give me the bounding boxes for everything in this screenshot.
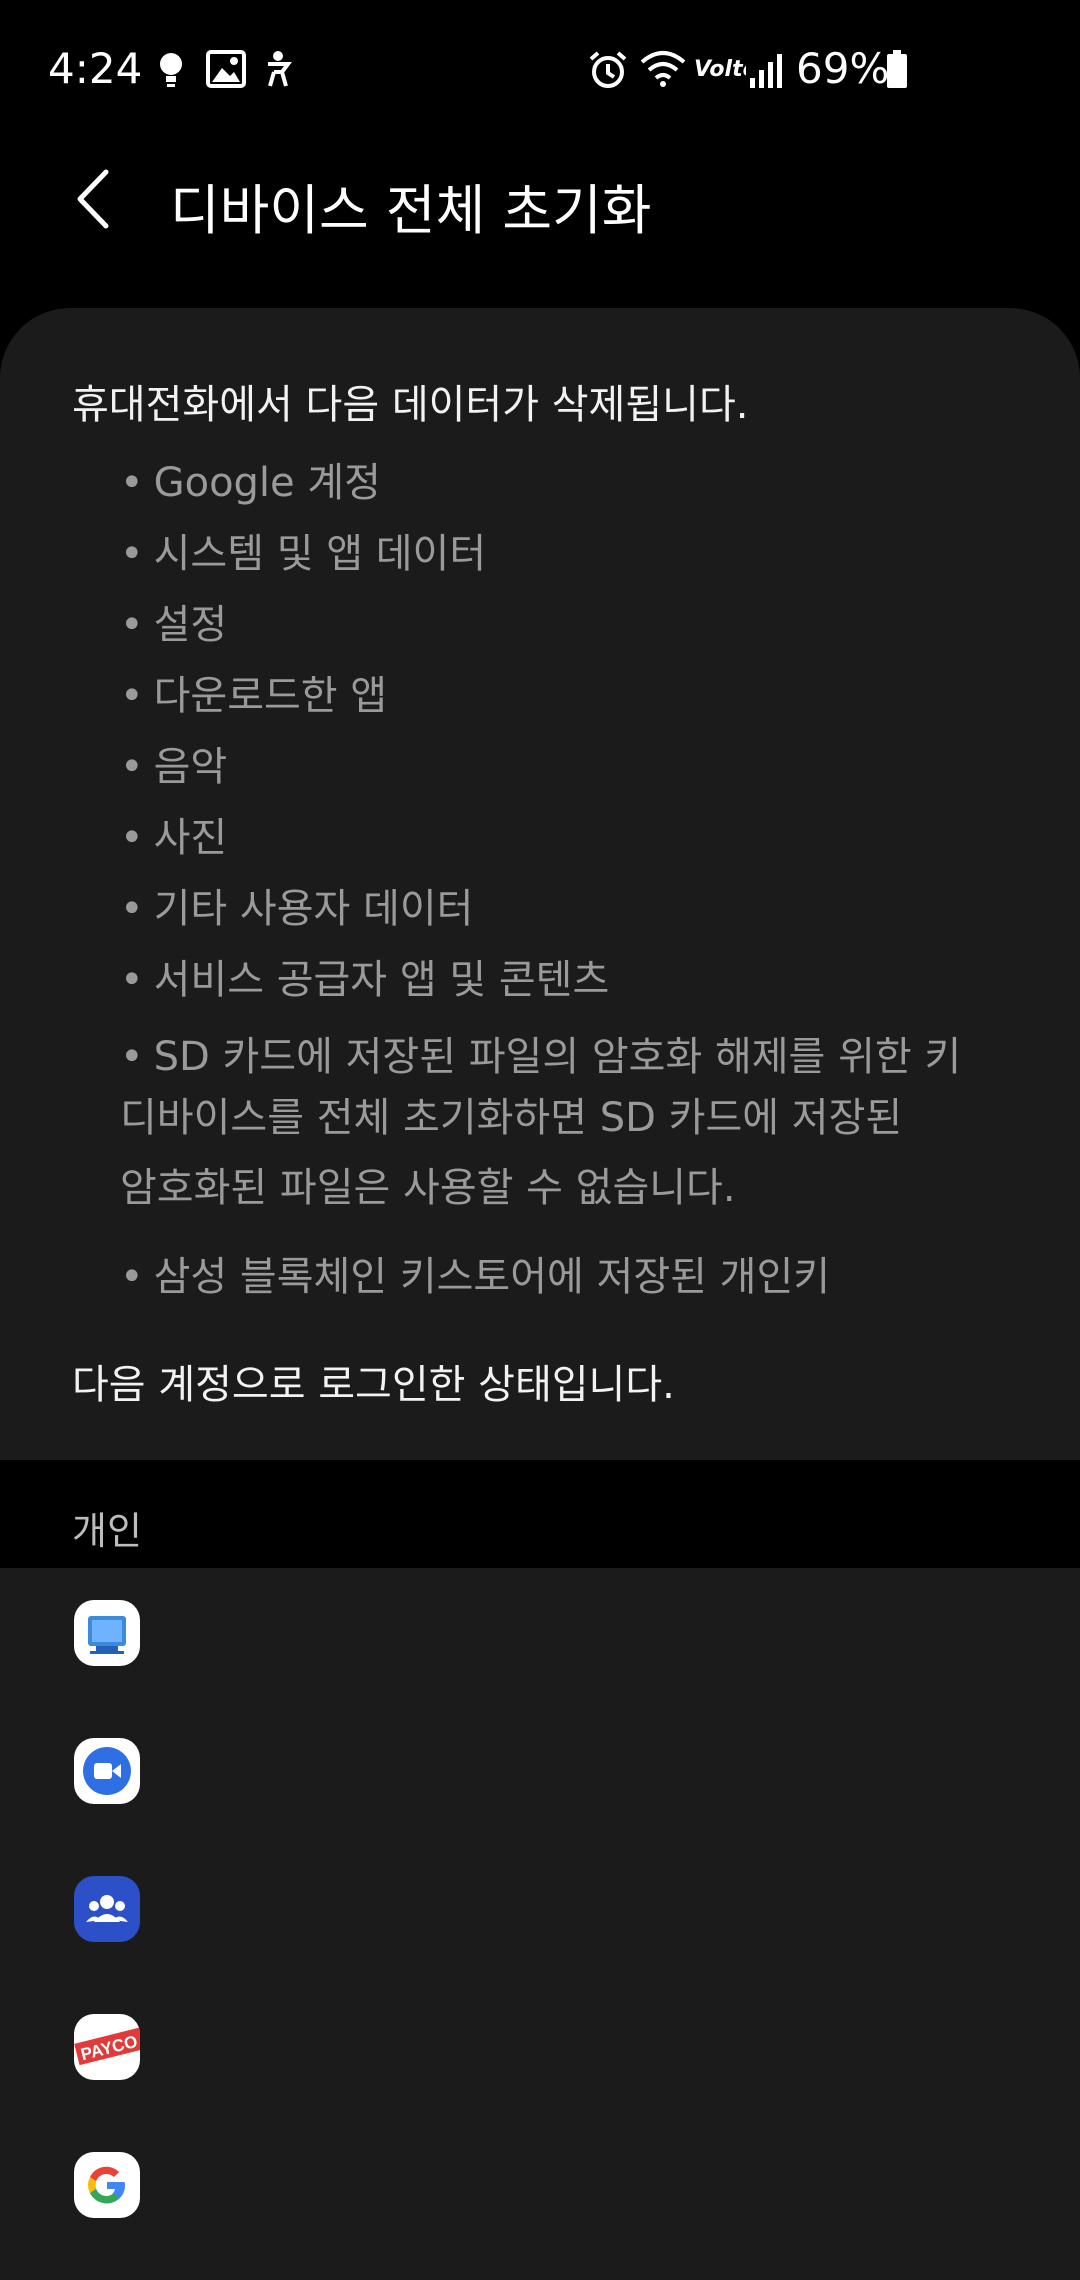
google-duo-icon [74,1738,140,1804]
list-item: • 설정 [120,602,228,648]
account-row-people[interactable] [0,1844,1080,1982]
svg-text:Volte: Volte [694,57,746,82]
signal-icon [748,50,784,94]
battery-percentage: 69% [796,44,890,93]
back-button[interactable] [60,164,130,234]
google-icon [74,2152,140,2218]
sd-card-note-line1: 디바이스를 전체 초기화하면 SD 카드에 저장된 [120,1095,903,1141]
list-item: • 기타 사용자 데이터 [120,886,474,932]
status-bar: 4:24 Volte 69% [0,0,1080,140]
battery-icon [886,50,908,94]
list-item: • Google 계정 [120,460,381,506]
list-item: • 음악 [120,744,228,790]
samsung-people-icon [74,1876,140,1942]
signed-in-accounts-intro: 다음 계정으로 로그인한 상태입니다. [72,1362,675,1408]
account-row-duo[interactable] [0,1706,1080,1844]
section-label-personal: 개인 [72,1509,142,1553]
account-row-samsung[interactable] [0,1568,1080,1706]
accessibility-icon [260,50,296,94]
sd-card-note-line2: 암호화된 파일은 사용할 수 없습니다. [120,1165,736,1211]
back-arrow-icon [77,169,109,229]
list-item: • SD 카드에 저장된 파일의 암호화 해제를 위한 키 [120,1034,962,1080]
list-item: • 사진 [120,815,228,861]
list-item: • 다운로드한 앱 [120,673,388,719]
list-item: • 서비스 공급자 앱 및 콘텐츠 [120,957,610,1003]
reset-info-card: 휴대전화에서 다음 데이터가 삭제됩니다. • Google 계정 • 시스템 및 … [0,308,1080,1460]
accounts-list: PAYCO [0,1568,1080,2280]
image-icon [206,50,246,92]
alarm-icon [588,50,628,94]
status-time: 4:24 [48,44,143,93]
bulb-icon [156,50,186,94]
page-title: 디바이스 전체 초기화 [170,179,652,242]
list-item: • 삼성 블록체인 키스토어에 저장된 개인키 [120,1254,831,1300]
payco-icon: PAYCO [74,2014,140,2080]
section-header: 개인 [0,1460,1080,1568]
volte-icon: Volte [694,54,758,88]
account-row-google[interactable] [0,2120,1080,2258]
account-row-payco[interactable]: PAYCO [0,1982,1080,2120]
factory-reset-screen: 4:24 Volte 69% 디바이스 전체 초기화 [0,0,1080,2280]
wifi-icon [640,50,686,94]
data-deletion-intro: 휴대전화에서 다음 데이터가 삭제됩니다. [72,382,749,428]
app-header: 디바이스 전체 초기화 [0,150,1080,250]
list-item: • 시스템 및 앱 데이터 [120,531,487,577]
samsung-account-icon [74,1600,140,1666]
